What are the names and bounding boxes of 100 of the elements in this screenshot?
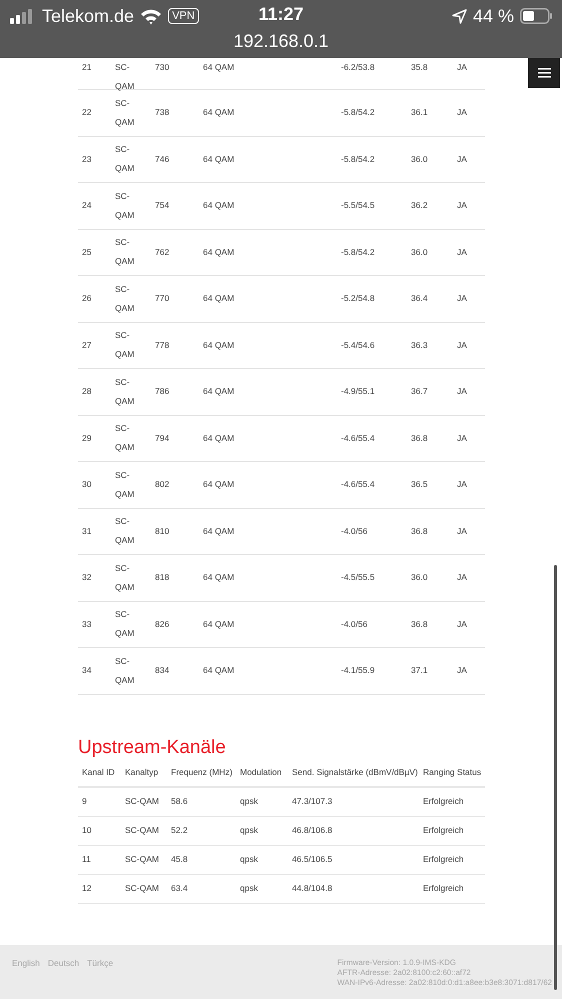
table-cell-text: JA: [457, 618, 468, 631]
table-cell-text: 64 QAM: [203, 338, 236, 352]
table-cell-text: 24: [82, 199, 92, 212]
table-cell-text: SC-QAM: [115, 190, 136, 222]
table-cell-text: 794: [155, 432, 170, 445]
table-cell-text: SC-QAM: [115, 236, 136, 268]
table-cell-text: Erfolgreich: [423, 824, 465, 837]
table-cell-text: 818: [155, 571, 170, 584]
table-cell-text: -5.8/54.2: [341, 106, 376, 120]
table-cell-text: SC-QAM: [115, 422, 136, 454]
table-cell-text: Erfolgreich: [423, 853, 465, 866]
table-cell-text: 64 QAM: [203, 246, 236, 259]
language-link[interactable]: Deutsch: [48, 958, 80, 969]
battery-icon: [520, 8, 552, 24]
table-cell-text: 32: [82, 571, 92, 584]
table-cell-text: JA: [457, 478, 468, 492]
table-cell-text: JA: [457, 61, 468, 74]
table-cell-text: 36.0: [411, 571, 429, 584]
table-cell-text: 25: [82, 246, 92, 259]
column-header: Kanal ID: [82, 766, 116, 778]
table-cell-text: JA: [457, 199, 468, 212]
table-cell-text: -4.0/56: [341, 618, 368, 631]
clock-time: 11:27: [258, 4, 304, 25]
column-header: Kanaltyp: [125, 766, 160, 779]
table-cell-text: 64 QAM: [203, 106, 236, 120]
scrollbar[interactable]: [554, 565, 557, 990]
location-arrow-icon: [452, 8, 467, 24]
section-heading: Upstream-Kanäle: [78, 736, 227, 758]
table-cell-text: 46.8/106.8: [292, 824, 334, 837]
table-cell-text: 810: [155, 524, 170, 538]
table-cell-text: SC-QAM: [125, 824, 160, 837]
table-cell-text: 64 QAM: [203, 432, 236, 445]
table-cell-text: -4.6/55.4: [341, 478, 376, 492]
table-cell-text: 10: [82, 824, 92, 837]
table-cell-text: 44.8/104.8: [292, 882, 334, 895]
table-cell-text: 778: [155, 338, 170, 352]
table-cell-text: 22: [82, 106, 92, 120]
language-link[interactable]: Türkçe: [87, 958, 114, 969]
table-cell-text: 30: [82, 478, 92, 492]
language-link[interactable]: English: [12, 958, 40, 969]
table-cell-text: 27: [82, 338, 92, 352]
table-cell-text: SC-QAM: [125, 853, 160, 866]
table-cell-text: JA: [457, 664, 468, 678]
table-cell-text: JA: [457, 106, 468, 120]
column-header: Ranging Status: [423, 766, 482, 779]
table-cell-text: 33: [82, 618, 92, 631]
table-cell-text: 21: [82, 61, 92, 74]
table-cell-text: SC-QAM: [125, 795, 160, 808]
table-cell-text: JA: [457, 385, 468, 398]
table-cell-text: -5.8/54.2: [341, 246, 376, 259]
table-cell-text: qpsk: [240, 882, 259, 895]
table-cell-text: 34: [82, 664, 92, 678]
table-cell-text: 64 QAM: [203, 292, 236, 306]
table-cell-text: 26: [82, 292, 92, 306]
table-cell-text: SC-QAM: [125, 882, 160, 895]
table-cell-text: 64 QAM: [203, 664, 236, 678]
table-cell-text: -4.6/55.4: [341, 432, 376, 445]
table-cell-text: 36.0: [411, 152, 429, 166]
table-cell-text: -5.5/54.5: [341, 199, 376, 212]
table-cell-text: JA: [457, 571, 468, 584]
table-cell-text: -4.9/55.1: [341, 385, 376, 398]
table-cell-text: -5.2/54.8: [341, 292, 376, 306]
table-cell-text: 46.5/106.5: [292, 853, 334, 866]
table-cell-text: JA: [457, 432, 468, 445]
table-cell-text: 11: [82, 853, 92, 866]
wifi-icon: [140, 8, 162, 24]
table-cell-text: 36.7: [411, 385, 429, 398]
menu-icon: [538, 68, 550, 78]
table-cell-text: 45.8: [171, 853, 189, 866]
table-cell-text: 834: [155, 664, 170, 678]
table-cell-text: 802: [155, 478, 170, 492]
table-cell-text: 826: [155, 618, 170, 631]
table-cell-text: 64 QAM: [203, 478, 236, 492]
column-header: Modulation: [240, 766, 283, 778]
table-cell-text: SC-QAM: [115, 654, 136, 687]
table-cell-text: 36.3: [411, 338, 429, 352]
menu-button[interactable]: [528, 58, 560, 88]
table-cell-text: qpsk: [240, 795, 259, 808]
table-cell-text: 36.8: [411, 432, 429, 445]
table-cell-text: 64 QAM: [203, 199, 236, 212]
table-cell-text: 730: [155, 61, 170, 74]
table-cell-text: JA: [457, 524, 468, 538]
column-header: Send. Signalstärke (dBmV/dBµV): [292, 766, 419, 779]
table-cell-text: -4.5/55.5: [341, 571, 376, 584]
table-cell-text: JA: [457, 338, 468, 352]
table-cell-text: JA: [457, 246, 468, 259]
table-cell-text: SC-QAM: [115, 515, 136, 548]
table-cell-text: 64 QAM: [203, 385, 236, 398]
table-cell-text: 36.8: [411, 618, 429, 631]
table-cell-text: 770: [155, 292, 170, 306]
address-url: 192.168.0.1: [233, 31, 329, 52]
table-cell-text: Erfolgreich: [423, 795, 465, 808]
table-cell-text: Erfolgreich: [423, 882, 465, 895]
table-cell-text: 64 QAM: [203, 61, 236, 74]
table-cell-text: qpsk: [240, 853, 259, 866]
table-cell-text: 64 QAM: [203, 618, 236, 631]
table-cell-text: 29: [82, 432, 92, 445]
vpn-badge: VPN: [168, 8, 199, 24]
table-cell-text: 58.6: [171, 795, 189, 808]
table-cell-text: 64 QAM: [203, 524, 236, 538]
